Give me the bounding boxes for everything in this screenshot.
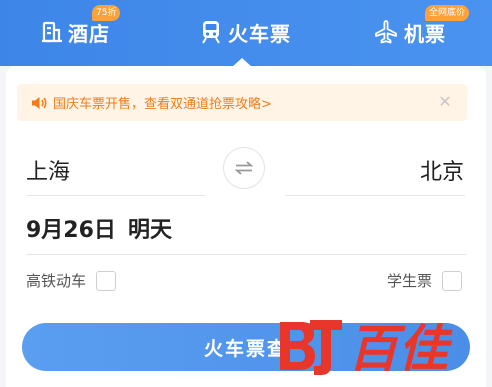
date-weekday: 明天 (127, 218, 172, 243)
flight-price-badge: 全网底价 (425, 5, 470, 21)
high-speed-option[interactable]: 高铁动车 (26, 270, 117, 291)
tab-train[interactable]: 火车票 (200, 16, 291, 48)
high-speed-label: 高铁动车 (26, 272, 87, 290)
tab-train-label: 火车票 (228, 21, 291, 46)
notice-text: 国庆车票开售，查看双通道抢票攻略> (53, 97, 272, 112)
hotel-icon (42, 21, 62, 43)
divider (285, 195, 465, 196)
tab-flight-label: 机票 (404, 21, 446, 46)
train-icon (202, 21, 220, 44)
speaker-icon (31, 96, 47, 110)
swap-button[interactable] (223, 147, 265, 189)
divider (26, 254, 466, 255)
student-ticket-label: 学生票 (386, 272, 432, 290)
date-text: 9月26日 (26, 218, 116, 243)
watermark-logo: 百佳 (280, 320, 453, 378)
tab-hotel-label: 酒店 (68, 21, 110, 46)
plane-icon (375, 20, 397, 44)
swap-icon (235, 161, 253, 175)
arrival-city[interactable]: 北京 (420, 154, 464, 186)
high-speed-checkbox[interactable] (96, 270, 117, 291)
close-icon[interactable]: ✕ (437, 94, 453, 110)
watermark-text: 百佳 (348, 320, 453, 378)
student-ticket-checkbox[interactable] (442, 270, 462, 291)
departure-date[interactable]: 9月26日 明天 (26, 212, 172, 244)
top-tab-bar: 酒店 75折 火车票 机票 全网底价 (0, 0, 492, 67)
student-ticket-option[interactable]: 学生票 (387, 270, 462, 291)
hotel-discount-badge: 75折 (92, 5, 121, 21)
departure-city[interactable]: 上海 (26, 154, 70, 186)
divider (26, 195, 206, 196)
notice-banner[interactable]: 国庆车票开售，查看双通道抢票攻略> ✕ (17, 84, 467, 121)
